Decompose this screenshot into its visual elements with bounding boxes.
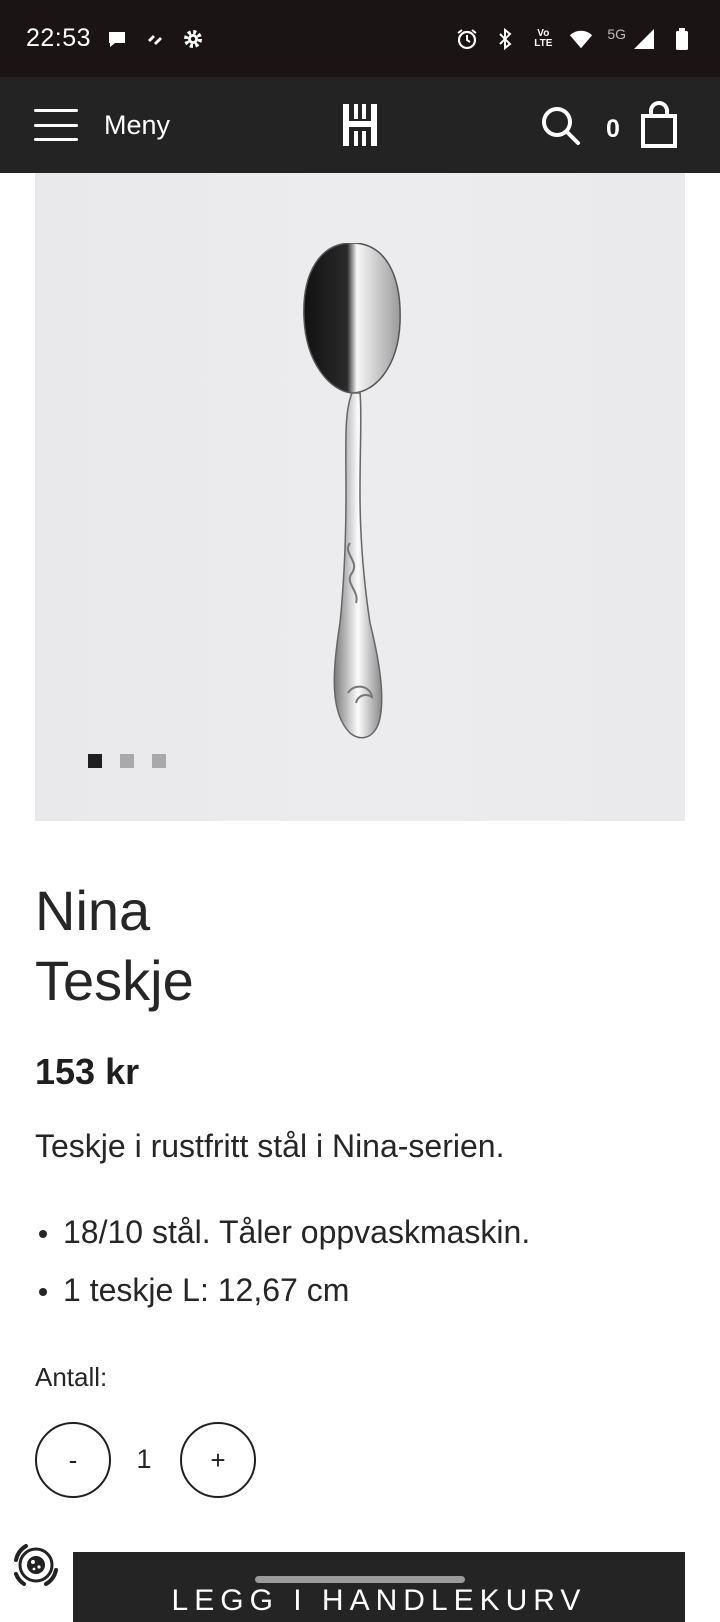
home-indicator[interactable] — [255, 1576, 465, 1583]
gallery-dot-2[interactable] — [120, 754, 134, 768]
quantity-increase-button[interactable]: + — [180, 1422, 256, 1498]
site-header: Meny 0 — [0, 77, 720, 173]
cookie-settings-button[interactable] — [0, 1530, 73, 1600]
gallery-dot-3[interactable] — [152, 754, 166, 768]
product-features: 18/10 stål. Tåler oppvaskmaskin. 1 teskj… — [35, 1210, 530, 1326]
add-to-cart-button[interactable]: LEGG I HANDLEKURV — [73, 1552, 685, 1622]
menu-button[interactable]: Meny — [34, 101, 170, 149]
product-title-line2: Teskje — [35, 949, 194, 1012]
battery-icon — [670, 27, 694, 51]
volte-icon: Vo LTE — [534, 27, 553, 49]
chat-notification-icon — [105, 27, 129, 51]
product-image-gallery[interactable] — [35, 173, 685, 821]
gallery-dot-1[interactable] — [88, 754, 102, 768]
alarm-icon — [455, 27, 479, 51]
gallery-pagination — [88, 754, 166, 768]
search-icon[interactable] — [540, 105, 582, 147]
quantity-label: Antall: — [35, 1362, 108, 1392]
quantity-decrease-button[interactable]: - — [35, 1422, 111, 1498]
wifi-icon — [569, 27, 593, 51]
feature-item: 18/10 stål. Tåler oppvaskmaskin. — [35, 1210, 530, 1268]
status-bar: 22:53 Vo LTE 5G — [0, 0, 720, 77]
cart-count: 0 — [606, 115, 620, 143]
menu-label: Meny — [104, 109, 171, 140]
product-price: 153 kr — [35, 1051, 140, 1092]
shopping-bag-icon[interactable] — [640, 101, 678, 149]
hamburger-icon — [34, 109, 78, 141]
app-notification-icon — [143, 27, 167, 51]
product-description: Teskje i rustfritt stål i Nina-serien. — [35, 1128, 505, 1164]
product-image — [303, 243, 401, 739]
bluetooth-icon — [493, 27, 517, 51]
cookie-settings-icon — [14, 1544, 58, 1586]
status-time: 22:53 — [26, 24, 92, 52]
logo[interactable] — [341, 102, 379, 148]
product-title-line1: Nina — [35, 879, 151, 942]
settings-icon — [181, 27, 205, 51]
cellular-signal-icon — [632, 27, 656, 51]
network-type-label: 5G — [607, 25, 626, 42]
feature-item: 1 teskje L: 12,67 cm — [35, 1268, 530, 1326]
product-title: Nina Teskje — [35, 876, 194, 1016]
quantity-value: 1 — [136, 1444, 152, 1474]
